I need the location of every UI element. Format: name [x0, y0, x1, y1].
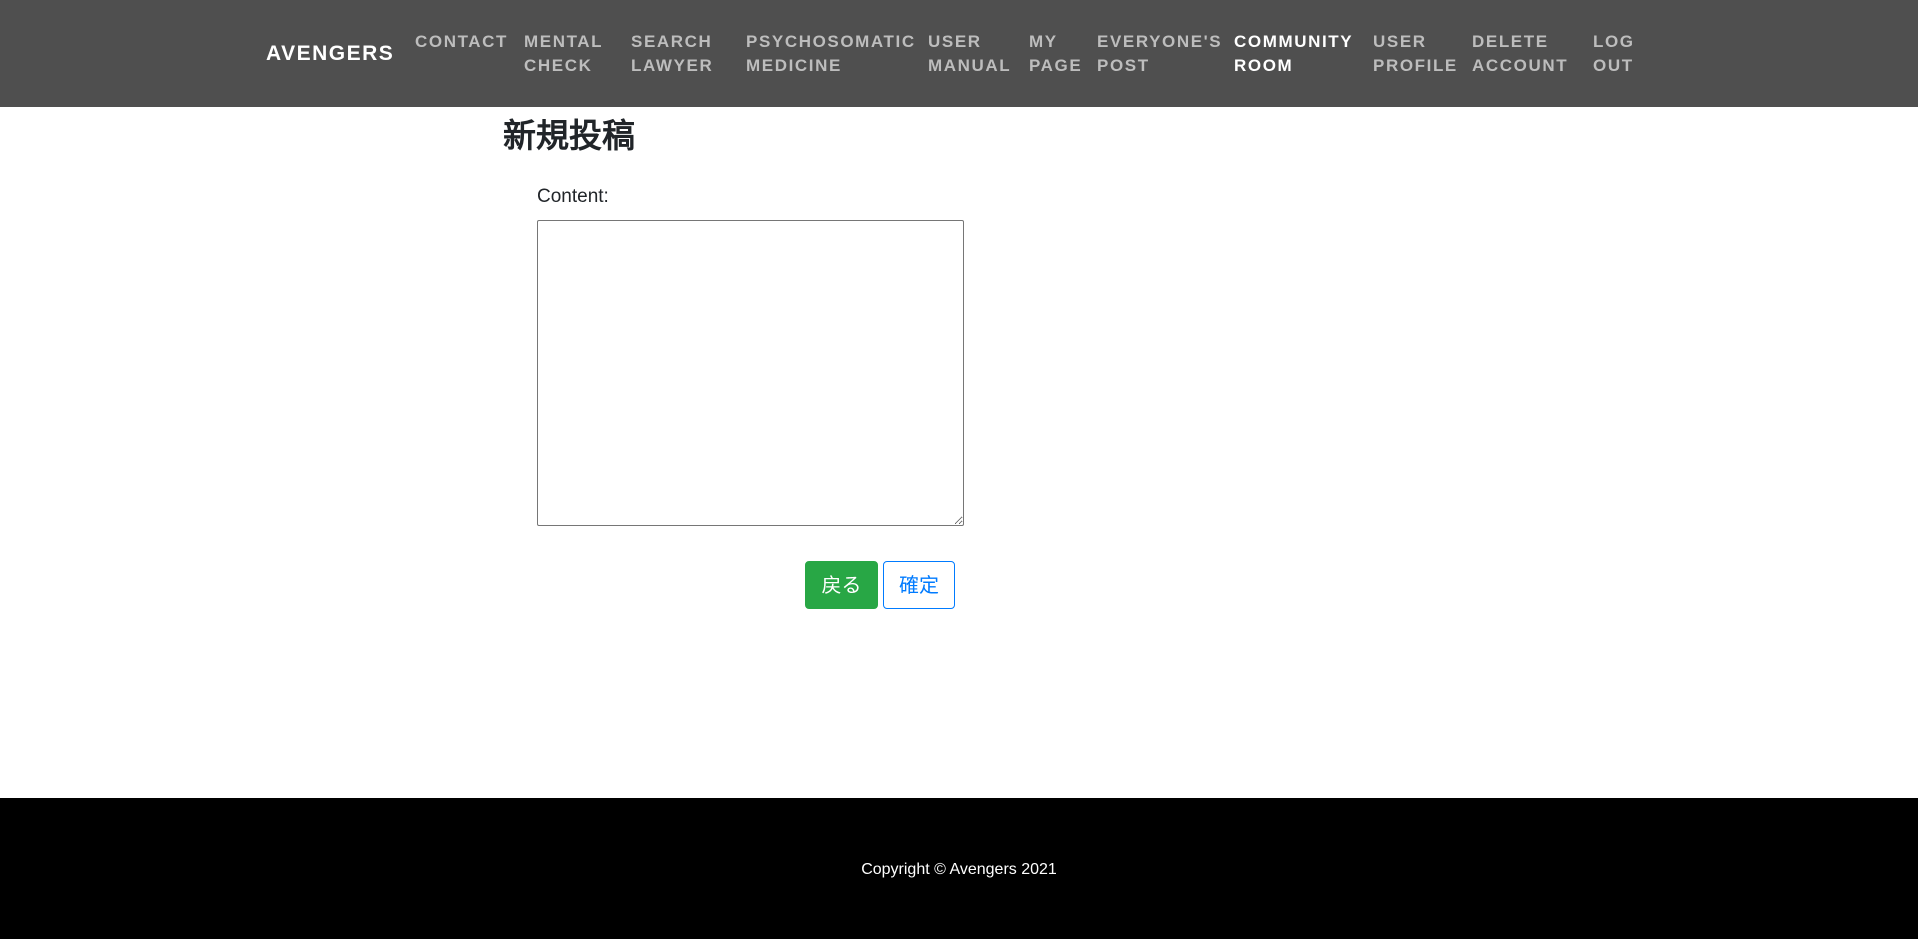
- nav-item-mental-check[interactable]: MENTAL CHECK: [524, 30, 603, 78]
- nav-item-label: MY: [1029, 32, 1058, 51]
- nav-item-psychosomatic-medicine[interactable]: PSYCHOSOMATIC MEDICINE: [746, 30, 916, 78]
- nav-item-label: USER: [1373, 32, 1427, 51]
- nav-item-label: ROOM: [1234, 56, 1294, 75]
- nav-item-label: ACCOUNT: [1472, 56, 1569, 75]
- nav-item-user-manual[interactable]: USER MANUAL: [928, 30, 1011, 78]
- nav-item-label: POST: [1097, 56, 1150, 75]
- page-title: 新規投稿: [503, 116, 635, 155]
- nav-item-label: USER: [928, 32, 982, 51]
- nav-item-log-out[interactable]: LOG OUT: [1593, 30, 1635, 78]
- nav-item-label: CHECK: [524, 56, 593, 75]
- back-button[interactable]: 戻る: [805, 561, 878, 609]
- confirm-button[interactable]: 確定: [883, 561, 955, 609]
- nav-item-label: PAGE: [1029, 56, 1083, 75]
- nav-item-label: LOG: [1593, 32, 1635, 51]
- nav-item-everyones-post[interactable]: EVERYONE'S POST: [1097, 30, 1222, 78]
- content-label: Content:: [537, 186, 609, 207]
- nav-item-label: PROFILE: [1373, 56, 1458, 75]
- nav-item-label: DELETE: [1472, 32, 1549, 51]
- nav-item-label: LAWYER: [631, 56, 714, 75]
- nav-item-label: OUT: [1593, 56, 1634, 75]
- nav-item-label: MANUAL: [928, 56, 1012, 75]
- nav-item-label: COMMUNITY: [1234, 32, 1354, 51]
- nav-item-label: CONTACT: [415, 32, 509, 51]
- copyright-text: Copyright © Avengers 2021: [861, 861, 1057, 878]
- brand-logo-link[interactable]: AVENGERS: [266, 40, 394, 68]
- content-textarea[interactable]: [537, 220, 964, 526]
- nav-item-community-room[interactable]: COMMUNITY ROOM: [1234, 30, 1353, 78]
- nav-item-label: SEARCH: [631, 32, 713, 51]
- nav-item-my-page[interactable]: MY PAGE: [1029, 30, 1082, 78]
- nav-item-label: PSYCHOSOMATIC: [746, 32, 916, 51]
- nav-item-label: MENTAL: [524, 32, 604, 51]
- top-navbar: AVENGERS CONTACT MENTAL CHECK SEARCH LAW…: [0, 0, 1918, 107]
- nav-item-contact[interactable]: CONTACT: [415, 30, 508, 54]
- nav-item-search-lawyer[interactable]: SEARCH LAWYER: [631, 30, 713, 78]
- nav-item-delete-account[interactable]: DELETE ACCOUNT: [1472, 30, 1568, 78]
- nav-item-label: EVERYONE'S: [1097, 32, 1223, 51]
- nav-item-user-profile[interactable]: USER PROFILE: [1373, 30, 1458, 78]
- nav-item-label: MEDICINE: [746, 56, 842, 75]
